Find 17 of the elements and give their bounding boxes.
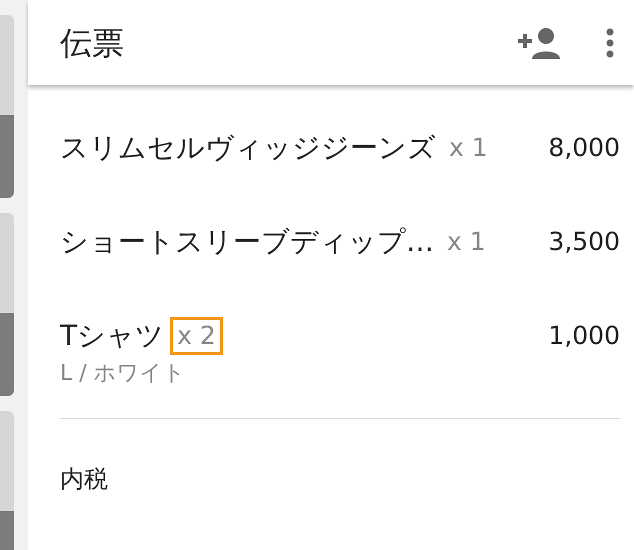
- tax-label: 内税: [60, 464, 108, 495]
- item-name: ショートスリーブディップ…: [60, 224, 434, 260]
- product-card[interactable]: [0, 213, 14, 396]
- screen-title: 伝票: [60, 22, 125, 64]
- product-card[interactable]: [0, 15, 14, 198]
- product-card[interactable]: [0, 411, 14, 550]
- item-name: スリムセルヴィッジジーンズ: [60, 130, 436, 166]
- add-person-icon[interactable]: [516, 26, 562, 58]
- item-variant: L / ホワイト: [60, 360, 187, 388]
- item-price: 1,000: [548, 320, 620, 352]
- item-price: 8,000: [548, 132, 620, 164]
- item-name: Tシャツ: [60, 318, 164, 354]
- item-quantity: x 2: [170, 316, 223, 356]
- item-quantity: x 1: [448, 132, 489, 164]
- item-quantity: x 1: [446, 226, 487, 258]
- more-options-icon[interactable]: [606, 28, 614, 58]
- item-price: 3,500: [548, 226, 620, 258]
